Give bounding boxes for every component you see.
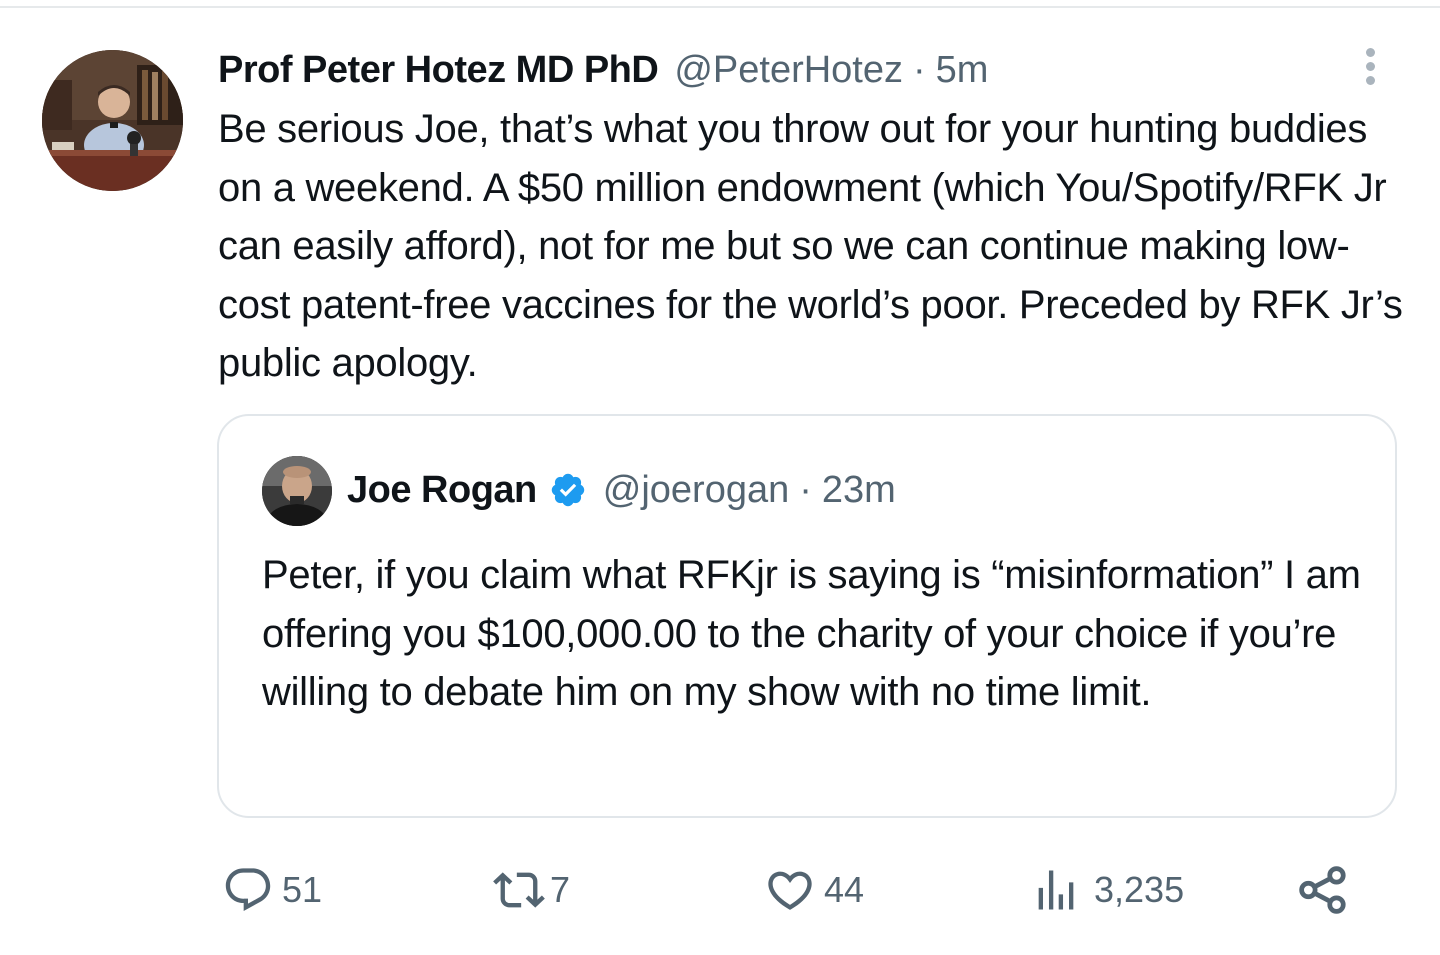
quoted-tweet-card[interactable]: Joe Rogan @joerogan · 23m Peter, if you … — [217, 414, 1397, 818]
quoted-header-separator: · — [799, 469, 812, 511]
tweet-header: Prof Peter Hotez MD PhD @PeterHotez · 5m — [218, 44, 988, 96]
quoted-tweet-timestamp[interactable]: 23m — [822, 464, 896, 516]
quoted-author-handle[interactable]: @joerogan — [603, 464, 789, 516]
quoted-tweet-text: Peter, if you claim what RFKjr is saying… — [262, 553, 1361, 714]
retweet-count: 7 — [550, 869, 571, 910]
views-count: 3,235 — [1094, 869, 1185, 910]
reply-button[interactable]: 51 — [222, 862, 322, 918]
share-button[interactable] — [1296, 862, 1350, 918]
author-avatar[interactable] — [42, 50, 183, 191]
like-count: 44 — [824, 869, 865, 910]
top-divider — [0, 6, 1440, 8]
share-icon — [1299, 866, 1346, 914]
like-icon — [768, 871, 812, 910]
retweet-button[interactable]: 7 — [490, 862, 570, 918]
quoted-avatar-image — [262, 456, 332, 526]
tweet-timestamp[interactable]: 5m — [936, 44, 989, 96]
more-options-button[interactable] — [1356, 44, 1384, 92]
quoted-tweet-header: Joe Rogan @joerogan · 23m — [347, 464, 896, 516]
quoted-author-name[interactable]: Joe Rogan — [347, 464, 537, 516]
quoted-author-avatar[interactable] — [262, 456, 332, 526]
retweet-icon — [493, 872, 545, 908]
author-name[interactable]: Prof Peter Hotez MD PhD — [218, 44, 659, 96]
reply-count: 51 — [282, 869, 323, 910]
verified-badge-icon — [551, 473, 584, 507]
like-button[interactable]: 44 — [762, 862, 864, 918]
views-icon — [1038, 870, 1074, 910]
author-handle[interactable]: @PeterHotez — [674, 44, 903, 96]
header-separator: · — [913, 49, 926, 91]
tweet-text: Be serious Joe, that’s what you throw ou… — [218, 107, 1403, 385]
views-button[interactable]: 3,235 — [1030, 862, 1184, 918]
reply-icon — [225, 868, 271, 912]
author-avatar-image — [42, 50, 183, 191]
more-icon — [1356, 48, 1384, 85]
